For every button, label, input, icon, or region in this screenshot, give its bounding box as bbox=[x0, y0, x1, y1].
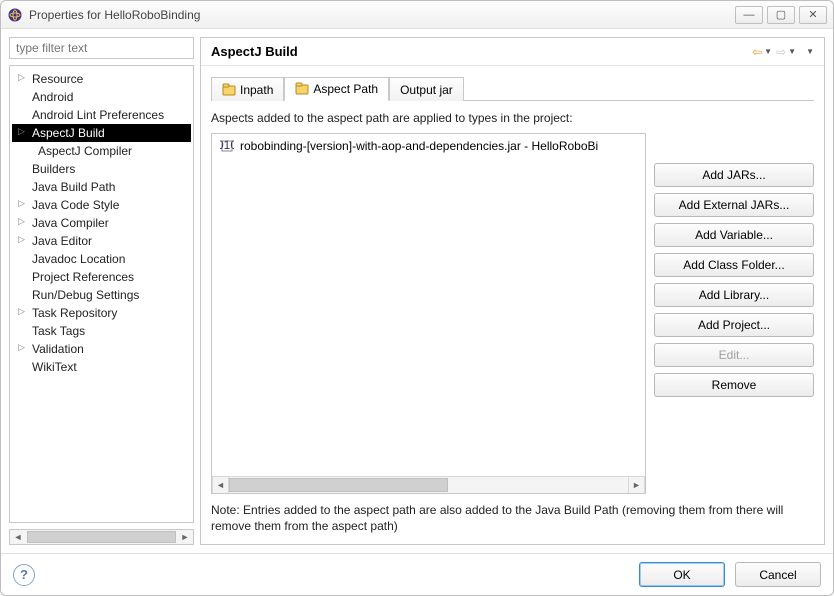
view-menu[interactable]: ▼ bbox=[806, 47, 814, 56]
add-project-button[interactable]: Add Project... bbox=[654, 313, 814, 337]
tab-aspect-path[interactable]: Aspect Path bbox=[284, 77, 389, 101]
aspect-path-icon bbox=[295, 82, 309, 96]
add-library-button[interactable]: Add Library... bbox=[654, 283, 814, 307]
sidebar-item[interactable]: AspectJ Compiler bbox=[12, 142, 191, 160]
sidebar-item[interactable]: Android Lint Preferences bbox=[12, 106, 191, 124]
aspect-path-list[interactable]: 010 robobinding-[version]-with-aop-and-de… bbox=[211, 133, 646, 494]
tab-label: Inpath bbox=[240, 83, 273, 97]
eclipse-icon bbox=[7, 7, 23, 23]
sidebar-item[interactable]: Java Editor bbox=[12, 232, 191, 250]
nav-forward-icon[interactable]: ⇨ bbox=[776, 45, 786, 59]
sidebar-item[interactable]: Java Compiler bbox=[12, 214, 191, 232]
nav-forward-menu[interactable]: ▼ bbox=[788, 47, 796, 56]
ok-button[interactable]: OK bbox=[639, 562, 725, 587]
filter-input[interactable] bbox=[9, 37, 194, 59]
svg-text:010: 010 bbox=[220, 139, 234, 152]
minimize-button[interactable]: — bbox=[735, 6, 763, 24]
note-text: Note: Entries added to the aspect path a… bbox=[211, 502, 814, 534]
sidebar-item[interactable]: Javadoc Location bbox=[12, 250, 191, 268]
help-icon[interactable]: ? bbox=[13, 564, 35, 586]
sidebar-item[interactable]: Resource bbox=[12, 70, 191, 88]
sidebar-item[interactable]: Task Repository bbox=[12, 304, 191, 322]
tab-label: Output jar bbox=[400, 83, 453, 97]
list-item[interactable]: 010 robobinding-[version]-with-aop-and-de… bbox=[216, 138, 641, 154]
sidebar-item[interactable]: Project References bbox=[12, 268, 191, 286]
inpath-icon bbox=[222, 83, 236, 97]
dialog-footer: ? OK Cancel bbox=[1, 553, 833, 595]
tab-description: Aspects added to the aspect path are app… bbox=[211, 111, 814, 125]
tab-output-jar[interactable]: Output jar bbox=[389, 77, 464, 101]
nav-back-menu[interactable]: ▼ bbox=[764, 47, 772, 56]
jar-icon: 010 bbox=[220, 139, 234, 153]
tab-bar: Inpath Aspect Path Output jar bbox=[201, 66, 824, 100]
properties-dialog: Properties for HelloRoboBinding — ▢ ✕ Re… bbox=[0, 0, 834, 596]
cancel-button[interactable]: Cancel bbox=[735, 562, 821, 587]
remove-button[interactable]: Remove bbox=[654, 373, 814, 397]
list-h-scrollbar[interactable]: ◄► bbox=[212, 476, 645, 493]
maximize-button[interactable]: ▢ bbox=[767, 6, 795, 24]
sidebar-item[interactable]: WikiText bbox=[12, 358, 191, 376]
sidebar-item[interactable]: Android bbox=[12, 88, 191, 106]
action-button-column: Add JARs... Add External JARs... Add Var… bbox=[654, 133, 814, 494]
titlebar[interactable]: Properties for HelloRoboBinding — ▢ ✕ bbox=[1, 1, 833, 29]
tab-label: Aspect Path bbox=[313, 82, 378, 96]
sidebar-item[interactable]: AspectJ Build bbox=[12, 124, 191, 142]
sidebar-item[interactable]: Validation bbox=[12, 340, 191, 358]
add-external-jars-button[interactable]: Add External JARs... bbox=[654, 193, 814, 217]
nav-back-icon[interactable]: ⇦ bbox=[752, 45, 762, 59]
main-panel: AspectJ Build ⇦ ▼ ⇨ ▼ ▼ Inpath Aspect Pat… bbox=[200, 37, 825, 545]
window-title: Properties for HelloRoboBinding bbox=[29, 8, 735, 22]
sidebar-h-scrollbar[interactable]: ◄► bbox=[9, 529, 194, 545]
sidebar-item[interactable]: Java Code Style bbox=[12, 196, 191, 214]
edit-button: Edit... bbox=[654, 343, 814, 367]
add-jars-button[interactable]: Add JARs... bbox=[654, 163, 814, 187]
category-tree[interactable]: ResourceAndroidAndroid Lint PreferencesA… bbox=[9, 65, 194, 523]
list-item-label: robobinding-[version]-with-aop-and-depen… bbox=[240, 139, 598, 153]
sidebar-item[interactable]: Run/Debug Settings bbox=[12, 286, 191, 304]
page-title: AspectJ Build bbox=[211, 44, 752, 59]
close-button[interactable]: ✕ bbox=[799, 6, 827, 24]
sidebar-item[interactable]: Builders bbox=[12, 160, 191, 178]
tab-inpath[interactable]: Inpath bbox=[211, 77, 284, 101]
sidebar-item[interactable]: Java Build Path bbox=[12, 178, 191, 196]
add-variable-button[interactable]: Add Variable... bbox=[654, 223, 814, 247]
sidebar: ResourceAndroidAndroid Lint PreferencesA… bbox=[9, 37, 194, 545]
add-class-folder-button[interactable]: Add Class Folder... bbox=[654, 253, 814, 277]
sidebar-item[interactable]: Task Tags bbox=[12, 322, 191, 340]
